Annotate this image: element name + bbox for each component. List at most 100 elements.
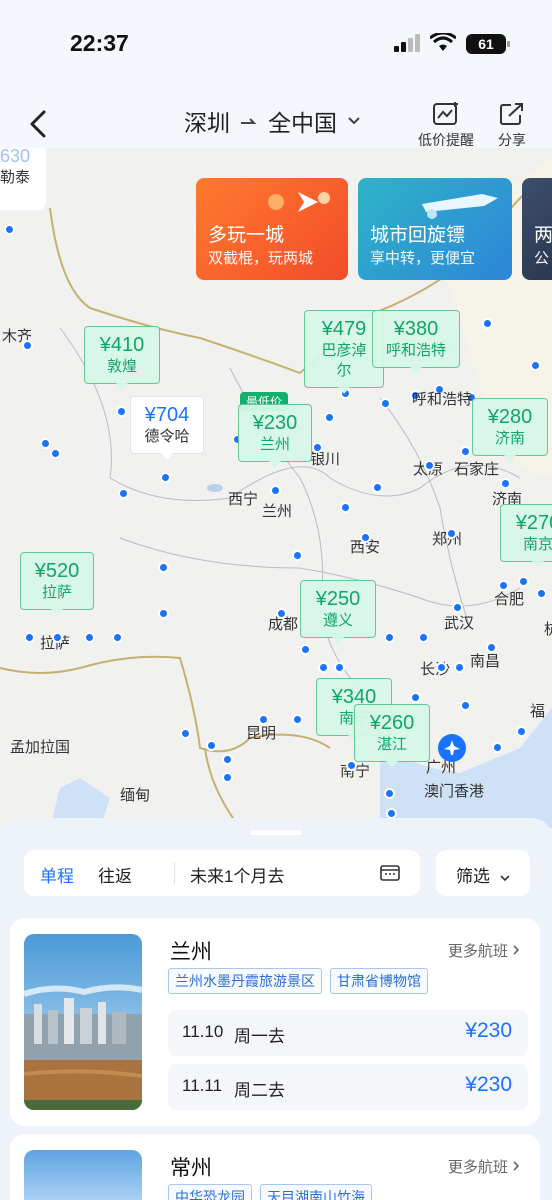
price-pin-nanjing[interactable]: ¥270 南京 (500, 504, 552, 568)
city-dot[interactable] (436, 662, 447, 673)
city-dot[interactable] (536, 588, 547, 599)
city-dot[interactable] (160, 472, 171, 483)
price-pin-zhanjiang[interactable]: ¥260 湛江 (354, 704, 430, 768)
city-dot[interactable] (492, 742, 503, 753)
city-dot[interactable] (518, 576, 529, 587)
city-dot[interactable] (258, 714, 269, 725)
price-pin-lhasa[interactable]: ¥520 拉萨 (20, 552, 94, 616)
attraction-tag[interactable]: 甘肃省博物馆 (330, 968, 428, 994)
city-dot[interactable] (446, 528, 457, 539)
origin-airplane-icon (438, 734, 466, 762)
flight-option-row[interactable]: 11.11 周二去 ¥230 (168, 1064, 528, 1110)
more-flights-label: 更多航班 (447, 1159, 508, 1176)
city-dot[interactable] (312, 442, 323, 453)
city-dot[interactable] (500, 478, 511, 489)
city-dot[interactable] (112, 632, 123, 643)
city-dot[interactable] (40, 438, 51, 449)
city-dot[interactable] (116, 406, 127, 417)
sheet-drag-handle[interactable] (250, 830, 302, 835)
promo-boomerang[interactable]: 城市回旋镖 享中转，更便宜 (358, 178, 512, 280)
city-dot[interactable] (24, 632, 35, 643)
flight-option-row[interactable]: 11.10 周一去 ¥230 (168, 1010, 528, 1056)
city-dot[interactable] (270, 485, 281, 496)
city-dot[interactable] (180, 728, 191, 739)
price-pin-lanzhou[interactable]: ¥230 兰州 (238, 404, 312, 468)
price-map[interactable]: 630 勒泰 多玩一城 双截棍，玩两城 城市回旋镖 享中转，更便宜 两 公 木齐… (0, 148, 552, 828)
city-dot[interactable] (292, 714, 303, 725)
destination-city: 全中国 (268, 110, 337, 136)
price-pin-hohhot[interactable]: ¥380 呼和浩特 (372, 310, 460, 374)
price-pin-jinan[interactable]: ¥280 济南 (472, 398, 548, 462)
price-pin-zunyi[interactable]: ¥250 遵义 (300, 580, 376, 644)
city-dot[interactable] (324, 412, 335, 423)
price-pin-delingha[interactable]: ¥704 德令哈 (130, 396, 204, 460)
city-dot[interactable] (52, 632, 63, 643)
share-button[interactable]: 分享 (498, 102, 526, 150)
attraction-tag[interactable]: 天目湖南山竹海 (260, 1184, 372, 1200)
city-dot[interactable] (418, 632, 429, 643)
attraction-tag[interactable]: 中华恐龙园 (168, 1184, 252, 1200)
city-dot[interactable] (300, 644, 311, 655)
city-dot[interactable] (50, 448, 61, 459)
city-dot[interactable] (452, 602, 463, 613)
city-dot[interactable] (384, 632, 395, 643)
city-dot[interactable] (292, 550, 303, 561)
price-pin-dunhuang[interactable]: ¥410 敦煌 (84, 326, 160, 390)
city-dot[interactable] (158, 562, 169, 573)
city-dot[interactable] (530, 360, 541, 371)
destination-card-lanzhou[interactable]: 兰州 更多航班 兰州水墨丹霞旅游景区 甘肃省博物馆 11.10 周一去 ¥230… (10, 918, 540, 1126)
flight-date: 11.10 (182, 1022, 224, 1041)
city-dot[interactable] (118, 488, 129, 499)
city-dot[interactable] (206, 740, 217, 751)
city-dot[interactable] (516, 726, 527, 737)
promo-third[interactable]: 两 公 (522, 178, 552, 280)
city-dot[interactable] (22, 340, 33, 351)
city-dot[interactable] (360, 532, 371, 543)
map-label: 澳门 (424, 783, 455, 800)
city-dot[interactable] (222, 754, 233, 765)
tab-oneway[interactable]: 单程 (40, 862, 74, 887)
promo-multi-city[interactable]: 多玩一城 双截棍，玩两城 (196, 178, 348, 280)
city-dot[interactable] (486, 642, 497, 653)
pin-city: 拉萨 (41, 584, 72, 601)
price-alert-button[interactable]: 低价提醒 (418, 102, 474, 150)
city-dot[interactable] (498, 580, 509, 591)
destination-card-changzhou[interactable]: 常州 更多航班 中华恐龙园 天目湖南山竹海 (10, 1134, 540, 1200)
map-label: 武汉 (444, 615, 475, 632)
city-dot[interactable] (276, 608, 287, 619)
back-icon[interactable] (26, 106, 52, 142)
city-dot[interactable] (84, 632, 95, 643)
city-dot[interactable] (410, 692, 421, 703)
city-dot[interactable] (4, 224, 15, 235)
calendar-icon[interactable] (380, 863, 400, 881)
pin-city: 南京 (522, 536, 552, 553)
more-flights-link[interactable]: 更多航班 (448, 1156, 520, 1177)
city-dot[interactable] (424, 460, 435, 471)
city-dot[interactable] (372, 482, 383, 493)
city-dot[interactable] (340, 502, 351, 513)
plane-pin-icon (268, 192, 330, 212)
pin-city: 巴彦淖尔 (321, 342, 367, 379)
city-dot[interactable] (380, 398, 391, 409)
more-flights-link[interactable]: 更多航班 (448, 940, 520, 961)
pin-city: 遵义 (322, 612, 353, 629)
city-dot[interactable] (460, 700, 471, 711)
attraction-tag[interactable]: 兰州水墨丹霞旅游景区 (168, 968, 322, 994)
city-dot[interactable] (318, 662, 329, 673)
offscreen-city-card[interactable]: 630 勒泰 (0, 148, 46, 210)
city-dot[interactable] (454, 662, 465, 673)
route-selector[interactable]: 深圳 全中国 (184, 104, 361, 138)
battery-indicator: 61 (466, 34, 510, 54)
chevron-right-icon (513, 945, 520, 955)
city-dot[interactable] (334, 662, 345, 673)
city-dot[interactable] (482, 318, 493, 329)
city-dot[interactable] (158, 608, 169, 619)
pin-price: ¥380 (393, 318, 439, 340)
city-dot[interactable] (222, 772, 233, 783)
tab-roundtrip[interactable]: 往返 (98, 862, 132, 887)
promo-multi-city-sub: 双截棍，玩两城 (208, 250, 314, 267)
city-dot[interactable] (384, 788, 395, 799)
city-dot[interactable] (460, 446, 471, 457)
filter-button[interactable]: 筛选 (436, 850, 530, 896)
date-range-selector[interactable]: 未来1个月去 (190, 862, 284, 887)
